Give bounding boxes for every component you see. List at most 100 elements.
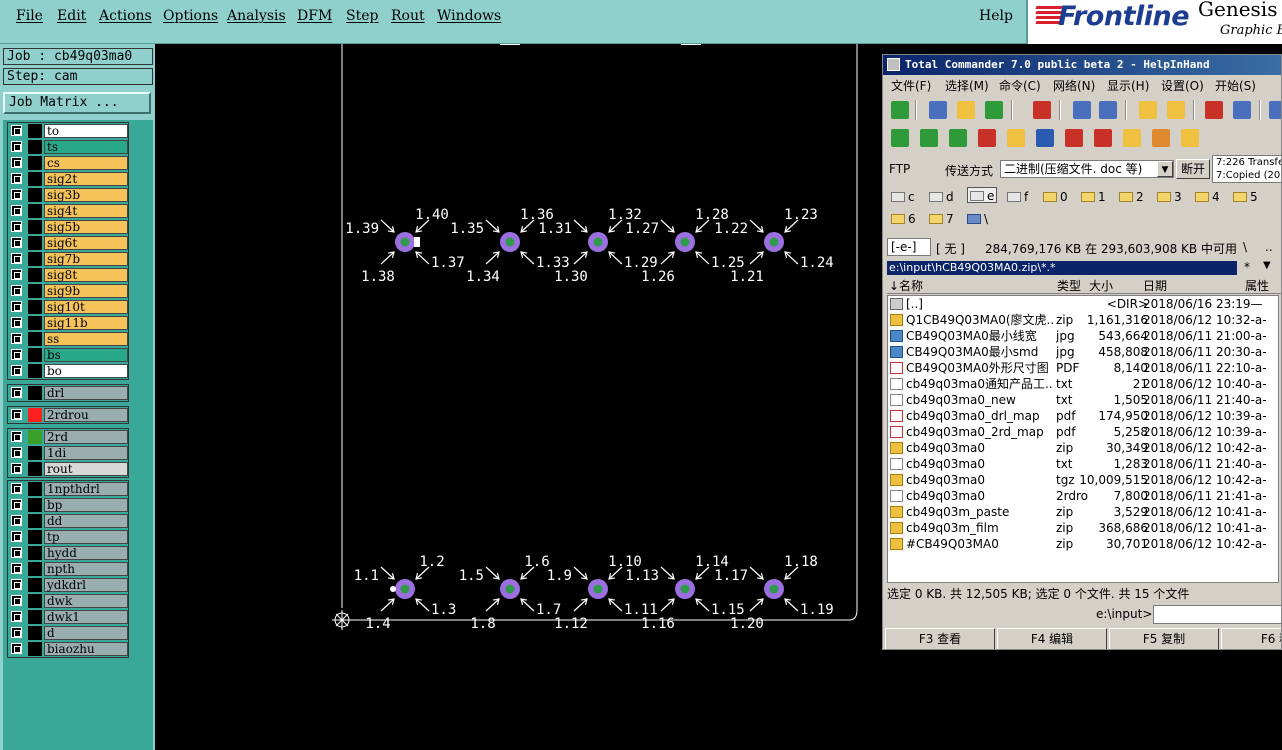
- drive-button[interactable]: 4: [1195, 189, 1220, 205]
- up-button[interactable]: ..: [1265, 240, 1273, 254]
- layer-name[interactable]: tp: [44, 530, 128, 544]
- layer-checkbox[interactable]: [11, 317, 22, 328]
- layer-checkbox[interactable]: [11, 189, 22, 200]
- layer-row-dwk[interactable]: dwk: [8, 593, 128, 609]
- layer-name[interactable]: dd: [44, 514, 128, 528]
- menu-help[interactable]: Help: [979, 8, 1013, 24]
- layer-checkbox[interactable]: [11, 205, 22, 216]
- menu-windows[interactable]: Windows: [437, 8, 501, 24]
- layer-checkbox[interactable]: [11, 349, 22, 360]
- layer-row-npth[interactable]: npth: [8, 561, 128, 577]
- layer-checkbox[interactable]: [11, 447, 22, 458]
- layer-name[interactable]: sig11b: [44, 316, 128, 330]
- command-input[interactable]: [1153, 605, 1281, 624]
- layer-row-sig9b[interactable]: sig9b: [8, 283, 128, 299]
- layer-checkbox[interactable]: [11, 531, 22, 542]
- f5-copy-button[interactable]: F5 复制: [1109, 628, 1219, 649]
- pdf-icon[interactable]: [1065, 129, 1083, 147]
- excel-icon[interactable]: [949, 129, 967, 147]
- layer-name[interactable]: cs: [44, 156, 128, 170]
- multi-rename-icon[interactable]: [1269, 101, 1281, 119]
- layer-name[interactable]: ydkdrl: [44, 578, 128, 592]
- tc-menu-start[interactable]: 开始(S): [1215, 77, 1256, 94]
- layer-row-sig7b[interactable]: sig7b: [8, 251, 128, 267]
- layer-row-2rd[interactable]: 2rd: [8, 429, 128, 445]
- layer-name[interactable]: sig3b: [44, 188, 128, 202]
- layer-checkbox[interactable]: [11, 563, 22, 574]
- layer-name[interactable]: 2rd: [44, 430, 128, 444]
- layer-name[interactable]: bo: [44, 364, 128, 378]
- file-row[interactable]: CB49Q03MA0外形尺寸图 PDF 8,140 2018/06/11 22:10-…: [888, 360, 1280, 376]
- layer-name[interactable]: ss: [44, 332, 128, 346]
- unpack-files-icon[interactable]: [1167, 101, 1185, 119]
- folder-icon[interactable]: [1007, 129, 1025, 147]
- layer-name[interactable]: biaozhu: [44, 642, 128, 656]
- pad[interactable]: [500, 579, 520, 599]
- pad[interactable]: [764, 579, 784, 599]
- drive-button[interactable]: 7: [929, 211, 954, 227]
- brief-view-icon[interactable]: [929, 101, 947, 119]
- layer-name[interactable]: npth: [44, 562, 128, 576]
- file-row[interactable]: Q1CB49Q03MA0(廖文虎.. zip 1,161,316 2018/06/12…: [888, 312, 1280, 328]
- layer-name[interactable]: 1npthdrl: [44, 482, 128, 496]
- layer-name[interactable]: drl: [44, 386, 128, 400]
- layer-name[interactable]: to: [44, 124, 128, 138]
- pdf-icon[interactable]: [1094, 129, 1112, 147]
- layer-row-hydd[interactable]: hydd: [8, 545, 128, 561]
- layer-checkbox[interactable]: [11, 499, 22, 510]
- pad[interactable]: [395, 232, 415, 252]
- drive-button[interactable]: c: [891, 189, 915, 205]
- drive-button[interactable]: 1: [1081, 189, 1106, 205]
- pad[interactable]: [675, 232, 695, 252]
- tc-menu-file[interactable]: 文件(F): [891, 77, 931, 94]
- layer-row-sig8t[interactable]: sig8t: [8, 267, 128, 283]
- layer-name[interactable]: sig7b: [44, 252, 128, 266]
- layer-checkbox[interactable]: [11, 221, 22, 232]
- file-row[interactable]: cb49q03ma0_new txt 1,505 2018/06/11 21:40-a…: [888, 392, 1280, 408]
- back-arrow-icon[interactable]: [1073, 101, 1091, 119]
- layer-name[interactable]: 1di: [44, 446, 128, 460]
- layer-checkbox[interactable]: [11, 595, 22, 606]
- layer-checkbox[interactable]: [11, 409, 22, 420]
- layer-row-bo[interactable]: bo: [8, 363, 128, 379]
- layer-name[interactable]: hydd: [44, 546, 128, 560]
- transfer-mode-select[interactable]: 二进制(压缩文件. doc 等) ▼: [1000, 160, 1174, 178]
- job-matrix-button[interactable]: Job Matrix ...: [3, 92, 151, 114]
- tc-menu-view[interactable]: 显示(H): [1107, 77, 1149, 94]
- layer-name[interactable]: dwk: [44, 594, 128, 608]
- menu-file[interactable]: File: [16, 8, 43, 24]
- file-row[interactable]: CB49Q03MA0最小线宽 jpg 543,664 2018/06/11 21:00…: [888, 328, 1280, 344]
- file-row[interactable]: cb49q03ma0_drl_map pdf 174,950 2018/06/12 1…: [888, 408, 1280, 424]
- total-commander-window[interactable]: Total Commander 7.0 public beta 2 - Help…: [882, 54, 1282, 650]
- file-row[interactable]: cb49q03ma0 zip 30,349 2018/06/12 10:42-a-: [888, 440, 1280, 456]
- layer-checkbox[interactable]: [11, 547, 22, 558]
- disconnect-button[interactable]: 断开: [1176, 159, 1210, 179]
- chevron-down-icon[interactable]: ▼: [1157, 161, 1173, 177]
- layer-name[interactable]: d: [44, 626, 128, 640]
- layer-row-sig11b[interactable]: sig11b: [8, 315, 128, 331]
- layer-row-sig2t[interactable]: sig2t: [8, 171, 128, 187]
- layer-checkbox[interactable]: [11, 141, 22, 152]
- layer-name[interactable]: sig2t: [44, 172, 128, 186]
- pad[interactable]: [764, 232, 784, 252]
- layer-checkbox[interactable]: [11, 333, 22, 344]
- layer-row-sig10t[interactable]: sig10t: [8, 299, 128, 315]
- layer-row-sig5b[interactable]: sig5b: [8, 219, 128, 235]
- layer-checkbox[interactable]: [11, 463, 22, 474]
- layer-name[interactable]: bs: [44, 348, 128, 362]
- graphic-canvas[interactable]: 1.391.401.381.371.351.361.341.331.311.32…: [155, 44, 882, 750]
- menu-analysis[interactable]: Analysis: [227, 8, 286, 24]
- file-row[interactable]: cb49q03ma0通知产品工.. txt 21 2018/06/12 10:40-a…: [888, 376, 1280, 392]
- menu-dfm[interactable]: DFM: [297, 8, 332, 24]
- layer-row-dd[interactable]: dd: [8, 513, 128, 529]
- menu-rout[interactable]: Rout: [391, 8, 425, 24]
- drive-select[interactable]: [-e-]: [887, 238, 931, 256]
- layer-row-tp[interactable]: tp: [8, 529, 128, 545]
- col-size[interactable]: 大小: [1089, 279, 1113, 293]
- col-ext[interactable]: 类型: [1057, 279, 1081, 293]
- layer-row-ydkdrl[interactable]: ydkdrl: [8, 577, 128, 593]
- pad[interactable]: [395, 579, 415, 599]
- word-icon[interactable]: [1036, 129, 1054, 147]
- layer-row-bs[interactable]: bs: [8, 347, 128, 363]
- drive-button[interactable]: 0: [1043, 189, 1068, 205]
